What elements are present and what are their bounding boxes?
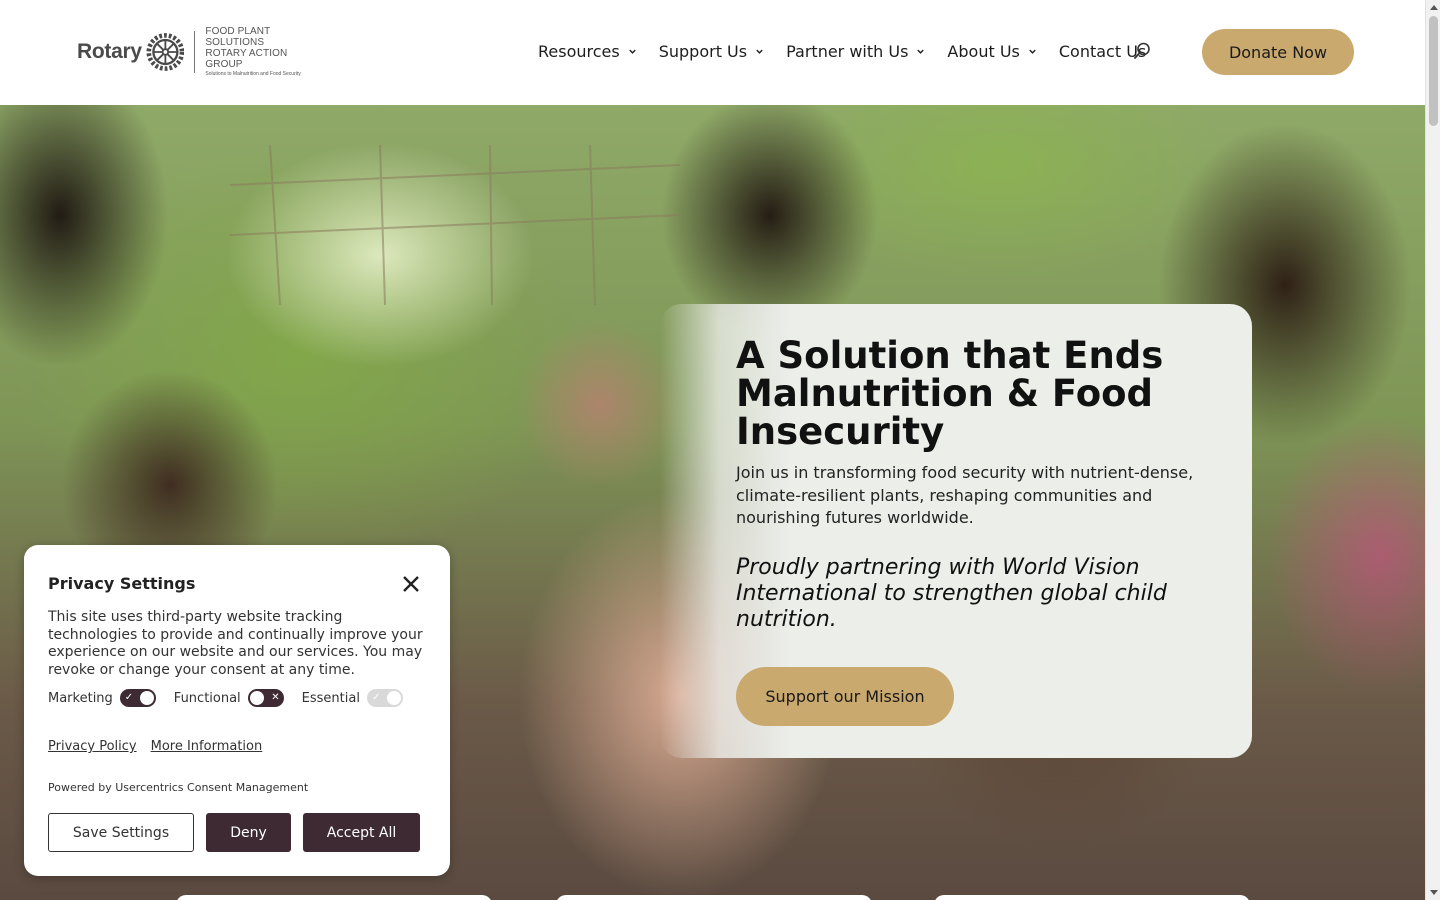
check-icon: ✓ xyxy=(371,692,381,703)
main-nav: Resources Support Us Partner with Us Abo… xyxy=(538,38,1146,64)
fence-background xyxy=(230,145,680,305)
deny-button[interactable]: Deny xyxy=(206,813,291,852)
chevron-down-icon xyxy=(1029,49,1036,54)
privacy-title: Privacy Settings xyxy=(48,574,196,593)
logo-line-3: Solutions to Malnutrition and Food Secur… xyxy=(205,70,301,77)
feature-card xyxy=(176,895,492,900)
chevron-down-icon xyxy=(917,49,925,54)
toggle-group-marketing: Marketing ✓ xyxy=(48,689,156,707)
marketing-toggle[interactable]: ✓ xyxy=(119,689,156,707)
chevron-down-icon xyxy=(629,49,636,54)
nav-item-resources[interactable]: Resources xyxy=(538,42,637,61)
nav-item-about-us[interactable]: About Us xyxy=(947,42,1036,61)
privacy-description: This site uses third-party website track… xyxy=(48,609,423,678)
logo-divider xyxy=(194,31,196,73)
powered-by-text: Powered by Usercentrics Consent Manageme… xyxy=(48,781,309,794)
close-icon[interactable] xyxy=(401,574,421,594)
logo-tagline: FOOD PLANT SOLUTIONS ROTARY ACTION GROUP… xyxy=(205,26,322,79)
accept-all-button[interactable]: Accept All xyxy=(303,813,420,852)
essential-toggle: ✓ xyxy=(366,689,403,707)
support-mission-button[interactable]: Support our Mission xyxy=(736,667,954,726)
nav-label: Resources xyxy=(538,41,620,61)
nav-item-partner-with-us[interactable]: Partner with Us xyxy=(786,42,925,61)
logo-line-2: ROTARY ACTION GROUP xyxy=(205,47,288,70)
hero-title: A Solution that Ends Malnutrition & Food… xyxy=(736,334,1164,453)
page-scrollbar[interactable] xyxy=(1425,0,1440,900)
save-settings-button[interactable]: Save Settings xyxy=(48,813,194,852)
rotary-wheel-icon xyxy=(146,33,185,71)
toggle-label: Essential xyxy=(301,690,360,706)
feature-card xyxy=(934,895,1250,900)
toggle-knob xyxy=(386,691,401,705)
feature-card xyxy=(556,895,872,900)
chevron-down-icon xyxy=(756,49,763,54)
scroll-up-arrow-icon[interactable] xyxy=(1430,5,1438,10)
scrollbar-thumb[interactable] xyxy=(1429,16,1438,126)
nav-label: About Us xyxy=(947,41,1020,61)
toggle-group-functional: Functional ✕ xyxy=(174,689,284,707)
hero-partner-text: Proudly partnering with World Vision Int… xyxy=(736,555,1167,632)
nav-label: Partner with Us xyxy=(786,41,909,61)
toggle-knob xyxy=(139,691,154,705)
consent-toggles: Marketing ✓ Functional ✕ Essential ✓ xyxy=(48,689,421,707)
toggle-label: Functional xyxy=(173,690,241,706)
scroll-down-arrow-icon[interactable] xyxy=(1430,890,1438,895)
hero-subtitle: Join us in transforming food security wi… xyxy=(736,463,1194,527)
toggle-label: Marketing xyxy=(48,690,113,706)
toggle-group-essential: Essential ✓ xyxy=(302,689,403,707)
privacy-settings-dialog: Privacy Settings This site uses third-pa… xyxy=(24,545,450,876)
privacy-links: Privacy Policy More Information xyxy=(48,739,276,754)
logo-line-1: FOOD PLANT SOLUTIONS xyxy=(205,25,271,48)
more-information-link[interactable]: More Information xyxy=(151,739,263,754)
rotary-logo[interactable]: Rotary FOOD PLANT SOLUTIONS ROTARY ACTIO… xyxy=(77,26,322,77)
donate-now-button[interactable]: Donate Now xyxy=(1202,29,1354,75)
nav-item-support-us[interactable]: Support Us xyxy=(659,42,764,61)
nav-label: Support Us xyxy=(658,41,748,61)
toggle-knob xyxy=(249,691,264,705)
privacy-policy-link[interactable]: Privacy Policy xyxy=(48,739,137,754)
functional-toggle[interactable]: ✕ xyxy=(247,689,284,707)
check-icon: ✓ xyxy=(124,692,134,703)
cross-icon: ✕ xyxy=(271,692,280,703)
site-header: Rotary FOOD PLANT SOLUTIONS ROTARY ACTIO… xyxy=(0,0,1425,105)
logo-wordmark: Rotary xyxy=(77,40,142,63)
search-icon[interactable] xyxy=(1133,42,1151,60)
